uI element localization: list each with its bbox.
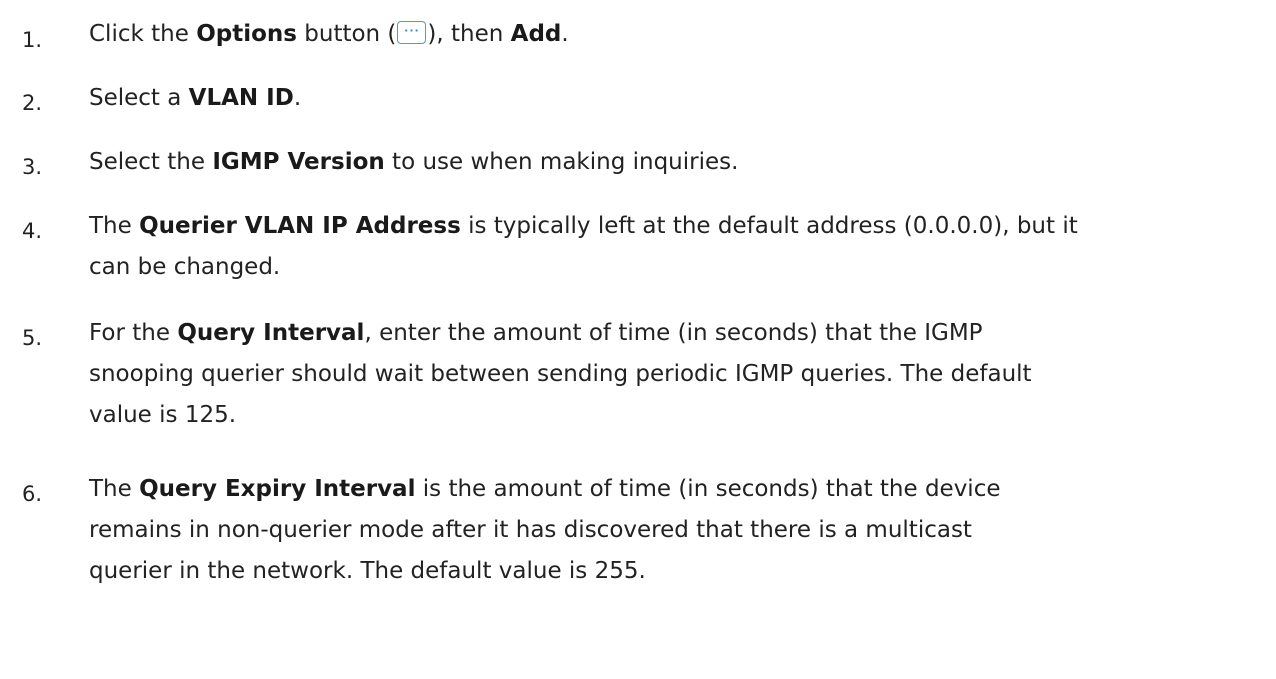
step-text: Click the Options button (···), then Add…	[89, 21, 569, 47]
vlan-id-label: VLAN ID	[188, 85, 294, 111]
step-line: remains in non-querier mode after it has…	[89, 517, 972, 543]
step-number: 1.	[22, 28, 43, 52]
options-label: Options	[196, 21, 297, 47]
step-number: 5.	[22, 326, 43, 350]
step-number: 3.	[22, 155, 43, 179]
step-line: can be changed.	[89, 254, 281, 280]
step-line: querier in the network. The default valu…	[89, 558, 646, 584]
query-expiry-interval-label: Query Expiry Interval	[139, 476, 416, 502]
igmp-version-label: IGMP Version	[212, 149, 385, 175]
step-number: 4.	[22, 219, 43, 243]
step-text: Select a VLAN ID.	[89, 85, 302, 111]
querier-vlan-ip-label: Querier VLAN IP Address	[139, 213, 461, 239]
step-line: value is 125.	[89, 402, 237, 428]
step-line: The Query Expiry Interval is the amount …	[89, 476, 1001, 502]
query-interval-label: Query Interval	[177, 320, 365, 346]
step-text: The Querier VLAN IP Address is typically…	[89, 206, 1269, 288]
step-line: The Querier VLAN IP Address is typically…	[89, 213, 1078, 239]
step-line: For the Query Interval, enter the amount…	[89, 320, 983, 346]
step-text: Select the IGMP Version to use when maki…	[89, 149, 739, 175]
step-number: 2.	[22, 91, 43, 115]
step-text: The Query Expiry Interval is the amount …	[89, 469, 1269, 592]
add-label: Add	[510, 21, 562, 47]
step-line: snooping querier should wait between sen…	[89, 361, 1032, 387]
more-options-icon: ···	[397, 21, 427, 44]
step-number: 6.	[22, 482, 43, 506]
step-text: For the Query Interval, enter the amount…	[89, 313, 1269, 436]
